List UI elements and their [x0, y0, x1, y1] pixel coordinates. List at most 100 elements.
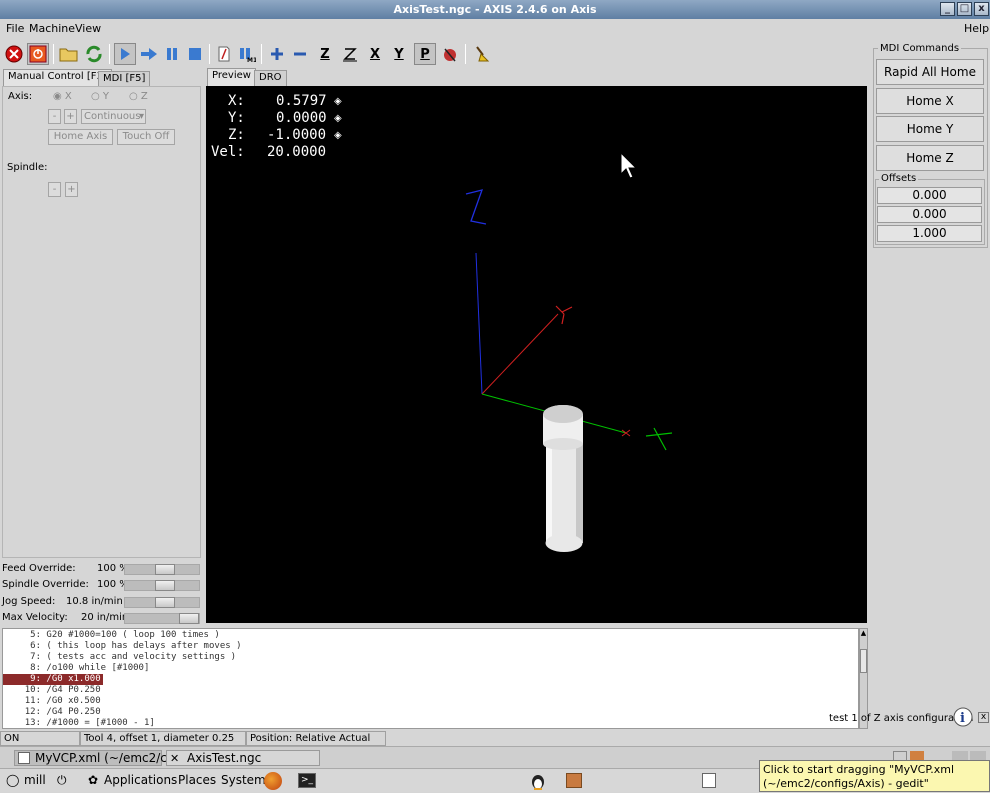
- power-icon[interactable]: [27, 43, 49, 65]
- block-delete-icon[interactable]: [213, 43, 235, 65]
- tab-mdi[interactable]: MDI [F5]: [98, 71, 151, 87]
- terminal-icon[interactable]: >_: [298, 773, 316, 788]
- max-velocity-thumb[interactable]: [179, 613, 199, 624]
- offset-y-value: 0.000: [877, 206, 982, 223]
- gcode-line[interactable]: 11: /G0 x0.500: [3, 696, 101, 707]
- zoom-in-icon[interactable]: [266, 43, 288, 65]
- task-myvcp[interactable]: MyVCP.xml (~/emc2/c...: [14, 750, 178, 766]
- gcode-line[interactable]: 6: ( this loop has delays after moves ): [3, 641, 241, 652]
- status-tool: Tool 4, offset 1, diameter 0.25: [80, 731, 246, 746]
- panel-places[interactable]: Places: [178, 773, 216, 787]
- gcode-line-current[interactable]: 9: /G0 x1.000: [3, 674, 103, 685]
- home-x-button[interactable]: Home X: [876, 88, 984, 114]
- optional-stop-icon[interactable]: M1: [236, 43, 258, 65]
- tool-cylinder-icon: [543, 405, 583, 552]
- window-title: AxisTest.ngc - AXIS 2.4.6 on Axis: [393, 3, 597, 16]
- zoom-out-icon[interactable]: [289, 43, 311, 65]
- open-file-icon[interactable]: [58, 43, 80, 65]
- svg-text:i: i: [960, 711, 965, 726]
- view-z-button[interactable]: Z: [314, 43, 336, 65]
- menu-help[interactable]: Help: [964, 22, 989, 35]
- jog-speed-value: 10.8 in/min: [66, 596, 123, 607]
- shutdown-icon[interactable]: ⏻: [57, 773, 67, 788]
- tab-dro[interactable]: DRO: [254, 70, 287, 86]
- rotate-view-icon[interactable]: [439, 43, 461, 65]
- info-icon[interactable]: i: [952, 707, 974, 727]
- menu-machine[interactable]: Machine: [29, 22, 75, 35]
- estop-icon[interactable]: [3, 43, 25, 65]
- tux-icon[interactable]: [530, 772, 546, 790]
- gcode-line[interactable]: 10: /G4 P0.250: [3, 685, 101, 696]
- feed-override-thumb[interactable]: [155, 564, 175, 575]
- task-axistest[interactable]: ✕ AxisTest.ngc: [166, 750, 320, 766]
- clear-plot-icon[interactable]: [471, 43, 493, 65]
- step-icon[interactable]: [138, 43, 160, 65]
- home-axis-button[interactable]: Home Axis: [48, 129, 113, 145]
- tab-preview[interactable]: Preview: [207, 68, 256, 86]
- panel-applications[interactable]: Applications: [104, 773, 177, 787]
- reload-icon[interactable]: [83, 43, 105, 65]
- view-p-button[interactable]: P: [414, 43, 436, 65]
- panel-system[interactable]: System: [221, 773, 266, 787]
- gcode-line[interactable]: 12: /G4 P0.250: [3, 707, 101, 718]
- menu-view[interactable]: View: [75, 22, 101, 35]
- view-x-button[interactable]: X: [364, 43, 386, 65]
- jog-speed-slider[interactable]: [124, 597, 200, 608]
- line-text: /G0 x1.000: [46, 674, 101, 684]
- scroll-up-icon[interactable]: ▲: [860, 629, 867, 637]
- feed-override-slider[interactable]: [124, 564, 200, 575]
- window-titlebar: AxisTest.ngc - AXIS 2.4.6 on Axis _ □ x: [0, 0, 990, 19]
- home-y-button[interactable]: Home Y: [876, 116, 984, 142]
- z-axis-line: [475, 252, 483, 395]
- home-z-button[interactable]: Home Z: [876, 145, 984, 171]
- archive-icon[interactable]: [566, 773, 582, 788]
- axis-z-label: Z: [140, 91, 148, 102]
- axis-x-radio[interactable]: ◉ X: [53, 91, 72, 102]
- line-text: /o100 while [#1000]: [46, 663, 150, 673]
- scroll-thumb[interactable]: [860, 649, 867, 673]
- max-velocity-slider[interactable]: [124, 613, 200, 624]
- menu-file[interactable]: File: [6, 22, 24, 35]
- spindle-override-slider[interactable]: [124, 580, 200, 591]
- rapid-all-home-button[interactable]: Rapid All Home: [876, 59, 984, 85]
- close-window-button[interactable]: x: [974, 2, 989, 16]
- spindle-override-thumb[interactable]: [155, 580, 175, 591]
- run-icon[interactable]: [114, 43, 136, 65]
- gcode-line[interactable]: 7: ( tests acc and velocity settings ): [3, 652, 236, 663]
- gcode-line[interactable]: 8: /o100 while [#1000]: [3, 663, 149, 674]
- offsets-label: Offsets: [879, 173, 919, 184]
- preview-canvas[interactable]: X: 0.5797 Y: 0.0000 Z: -1.0000 Vel: 20.0…: [206, 86, 867, 623]
- spindle-minus-button[interactable]: -: [48, 182, 61, 197]
- gcode-listing[interactable]: 5: G20 #1000=100 ( loop 100 times ) 6: (…: [2, 628, 859, 729]
- axis-z-radio[interactable]: ○ Z: [129, 91, 148, 102]
- gcode-line[interactable]: 5: G20 #1000=100 ( loop 100 times ): [3, 630, 220, 641]
- panel-user[interactable]: mill: [24, 773, 46, 787]
- axis-y-radio[interactable]: ○ Y: [91, 91, 109, 102]
- firefox-icon[interactable]: [264, 772, 282, 790]
- touch-off-button[interactable]: Touch Off: [117, 129, 175, 145]
- axis-label: Axis:: [8, 91, 33, 102]
- jog-speed-thumb[interactable]: [155, 597, 175, 608]
- gcode-line[interactable]: 13: /#1000 = [#1000 - 1]: [3, 718, 155, 729]
- line-text: ( tests acc and velocity settings ): [46, 652, 237, 662]
- jog-mode-select[interactable]: Continuous ▾: [81, 109, 146, 124]
- jog-minus-button[interactable]: -: [48, 109, 61, 124]
- tab-manual-control[interactable]: Manual Control [F3]: [3, 69, 112, 87]
- maximize-button[interactable]: □: [957, 2, 972, 16]
- pause-icon[interactable]: [161, 43, 183, 65]
- jog-plus-button[interactable]: +: [64, 109, 77, 124]
- spindle-plus-button[interactable]: +: [65, 182, 78, 197]
- jog-mode-value: Continuous: [84, 111, 141, 122]
- stop-icon[interactable]: [184, 43, 206, 65]
- spindle-label: Spindle:: [7, 162, 48, 173]
- view-y-button[interactable]: Y: [388, 43, 410, 65]
- drag-tooltip: Click to start dragging "MyVCP.xml (~/em…: [759, 760, 990, 792]
- view-z2-icon[interactable]: [339, 43, 361, 65]
- close-message-icon[interactable]: x: [978, 712, 989, 723]
- axis-x-label: X: [64, 91, 72, 102]
- line-text: G20 #1000=100 ( loop 100 times ): [46, 630, 220, 640]
- minimize-button[interactable]: _: [940, 2, 955, 16]
- notes-icon[interactable]: [702, 773, 716, 788]
- line-number: 9:: [30, 674, 41, 684]
- status-state: ON: [0, 731, 80, 746]
